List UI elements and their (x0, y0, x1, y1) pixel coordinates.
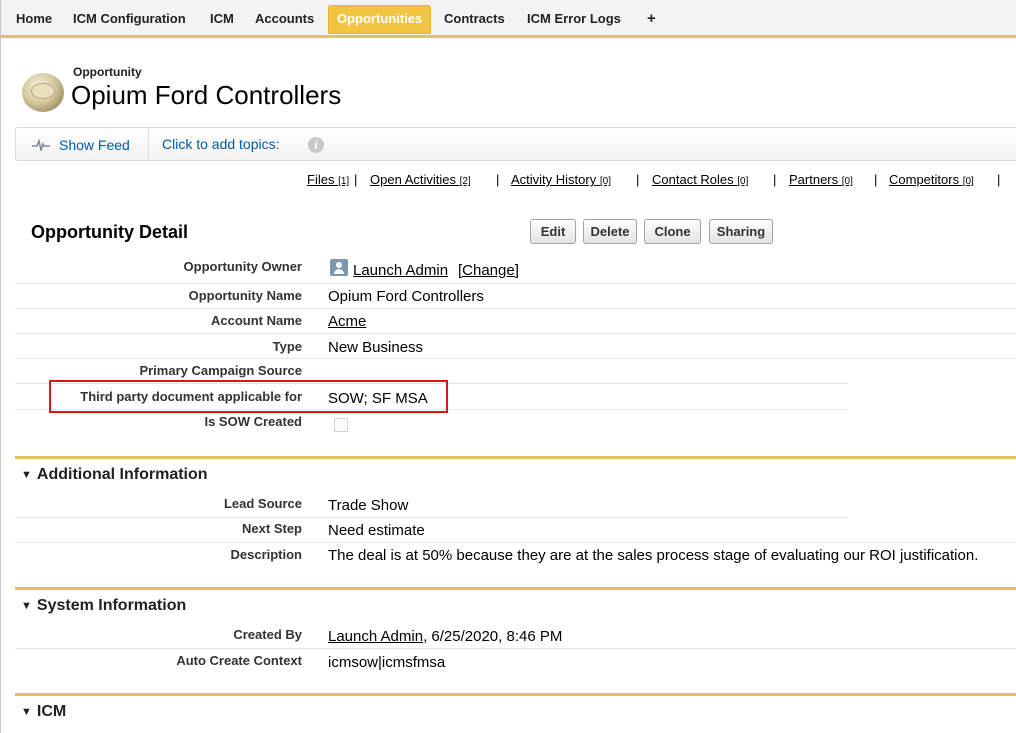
tab-icm-configuration[interactable]: ICM Configuration (73, 4, 186, 33)
tab-icm[interactable]: ICM (210, 4, 234, 33)
created-by-date: , 6/25/2020, 8:46 PM (423, 628, 563, 645)
field-label-auto-create-context: Auto Create Context (176, 653, 302, 668)
tab-contracts[interactable]: Contracts (444, 4, 505, 33)
field-label-primary-campaign-source: Primary Campaign Source (139, 363, 302, 378)
collapse-triangle-icon[interactable]: ▼ (21, 600, 32, 612)
account-name-link[interactable]: Acme (328, 313, 366, 330)
owner-link[interactable]: Launch Admin (353, 262, 448, 279)
field-label-type: Type (272, 339, 302, 354)
row-divider (15, 648, 1016, 649)
object-type-label: Opportunity (73, 65, 142, 79)
feed-divider (148, 128, 149, 160)
field-label-created-by: Created By (233, 627, 302, 642)
page-title: Opium Ford Controllers (71, 80, 342, 110)
clone-button[interactable]: Clone (644, 219, 701, 244)
row-divider (15, 283, 1016, 284)
related-link-competitors[interactable]: Competitors [0] (889, 172, 974, 187)
description-value: The deal is at 50% because they are at t… (328, 547, 979, 564)
row-divider (15, 517, 848, 518)
section-rule (15, 587, 1016, 590)
related-link-activity-history[interactable]: Activity History [0] (511, 172, 611, 187)
sharing-button[interactable]: Sharing (709, 219, 773, 244)
tab-opportunities[interactable]: Opportunities (328, 5, 432, 34)
change-owner-link[interactable]: [Change] (458, 262, 519, 279)
opportunity-name-value: Opium Ford Controllers (328, 288, 484, 305)
field-label-next-step: Next Step (242, 521, 302, 536)
opportunity-coin-icon (22, 73, 64, 112)
info-icon[interactable]: i (308, 137, 324, 153)
user-icon (330, 259, 348, 276)
icm-section-header[interactable]: ▼ ICM (21, 703, 66, 721)
next-step-value: Need estimate (328, 522, 425, 539)
system-information-header[interactable]: ▼ System Information (21, 597, 186, 615)
window-border (0, 0, 1, 733)
field-label-opportunity-name: Opportunity Name (188, 288, 302, 303)
tab-icm-error-logs[interactable]: ICM Error Logs (527, 4, 621, 33)
auto-create-context-value: icmsow|icmsfmsa (328, 654, 446, 671)
section-rule (15, 456, 1016, 459)
related-link-partners[interactable]: Partners [0] (789, 172, 853, 187)
tab-accounts[interactable]: Accounts (255, 4, 314, 33)
related-link-files[interactable]: Files [1] (307, 172, 349, 187)
field-label-account-name: Account Name (210, 313, 302, 328)
tab-home[interactable]: Home (16, 4, 52, 33)
is-sow-created-checkbox (334, 418, 348, 432)
link-separator: | (874, 172, 878, 187)
edit-button[interactable]: Edit (530, 219, 576, 244)
related-link-contact-roles[interactable]: Contact Roles [0] (652, 172, 748, 187)
feed-pulse-icon[interactable] (32, 138, 50, 154)
section-rule (15, 693, 1016, 696)
row-divider (15, 542, 1016, 543)
field-label-description: Description (230, 547, 302, 562)
link-separator: | (773, 172, 777, 187)
additional-information-header[interactable]: ▼ Additional Information (21, 466, 208, 484)
link-separator: | (496, 172, 500, 187)
row-divider (15, 333, 1016, 334)
related-link-open-activities[interactable]: Open Activities [2] (370, 172, 471, 187)
detail-section-title: Opportunity Detail (31, 222, 188, 242)
delete-button[interactable]: Delete (583, 219, 637, 244)
collapse-triangle-icon[interactable]: ▼ (21, 469, 32, 481)
add-tab-button[interactable]: + (647, 4, 656, 33)
tab-bar: Home ICM Configuration ICM Accounts Oppo… (1, 0, 1016, 38)
link-separator: | (354, 172, 358, 187)
field-label-owner: Opportunity Owner (183, 259, 302, 274)
show-feed-link[interactable]: Show Feed (59, 137, 130, 153)
link-separator: | (636, 172, 640, 187)
collapse-triangle-icon[interactable]: ▼ (21, 706, 32, 718)
row-divider (15, 358, 1016, 359)
lead-source-value: Trade Show (328, 497, 409, 514)
link-separator: | (997, 172, 1001, 187)
highlight-box (49, 380, 448, 413)
created-by-user-link[interactable]: Launch Admin (328, 628, 423, 645)
field-label-lead-source: Lead Source (223, 496, 302, 511)
feed-bar: Show Feed Click to add topics: i (15, 127, 1016, 161)
type-value: New Business (328, 339, 424, 356)
field-label-is-sow-created: Is SOW Created (204, 414, 302, 429)
created-by-value: Launch Admin, 6/25/2020, 8:46 PM (328, 628, 562, 645)
add-topics-link[interactable]: Click to add topics: (162, 136, 280, 152)
row-divider (15, 308, 1016, 309)
